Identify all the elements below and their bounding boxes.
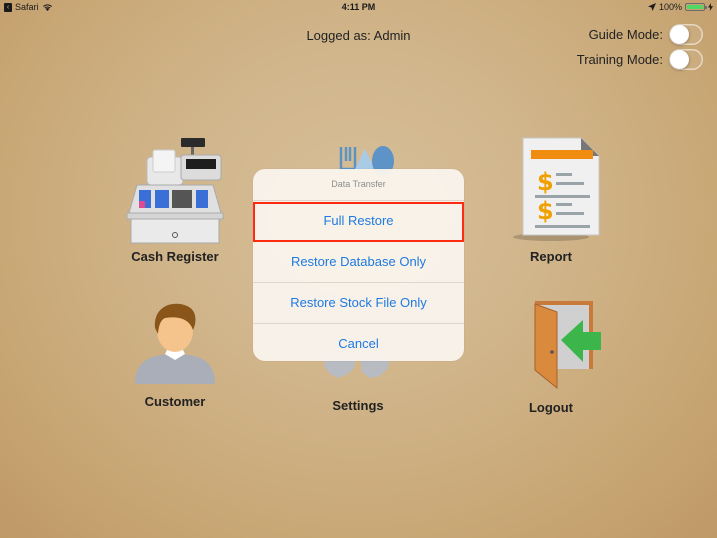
tile-customer[interactable]: Customer [105,296,245,409]
status-bar: ‹ Safari 4:11 PM 100% [0,0,717,16]
guide-mode-row: Guide Mode: [589,24,703,45]
guide-mode-label: Guide Mode: [588,27,663,42]
restore-database-only-button[interactable]: Restore Database Only [253,241,464,282]
tile-label: Customer [144,394,206,409]
tile-settings[interactable]: Settings [288,356,428,413]
toggle-knob [670,25,689,44]
tile-label: Settings [332,398,384,413]
tile-label: Logout [528,400,574,415]
training-mode-toggle[interactable] [669,49,703,70]
training-mode-label: Training Mode: [576,52,663,67]
logout-door-icon [501,300,601,390]
training-mode-row: Training Mode: [577,49,703,70]
cash-register-icon [125,135,225,245]
restore-stock-file-only-button[interactable]: Restore Stock File Only [253,282,464,323]
tile-logout[interactable]: Logout [481,300,621,415]
status-time: 4:11 PM [341,2,376,12]
toggle-knob [670,50,689,69]
status-right: 100% [647,2,713,12]
tile-label: Report [530,249,572,264]
guide-mode-toggle[interactable] [669,24,703,45]
tile-cash-register[interactable]: Cash Register [105,135,245,264]
dialog-title: Data Transfer [331,179,386,189]
data-transfer-dialog: Data Transfer Full Restore Restore Datab… [253,169,464,361]
svg-text:$: $ [537,168,554,196]
battery-fill [687,5,703,9]
full-restore-button[interactable]: Full Restore [253,200,464,241]
charging-icon [708,3,713,11]
battery-tip [705,6,707,9]
battery-icon [685,3,707,11]
battery-percent: 100% [658,2,682,12]
report-icon: $ $ [501,135,601,245]
tile-report[interactable]: $ $ Report [481,135,621,264]
cancel-button[interactable]: Cancel [253,323,464,361]
svg-text:$: $ [537,197,554,225]
customer-icon [125,296,225,386]
location-icon [647,3,656,11]
tile-label: Cash Register [131,249,219,264]
